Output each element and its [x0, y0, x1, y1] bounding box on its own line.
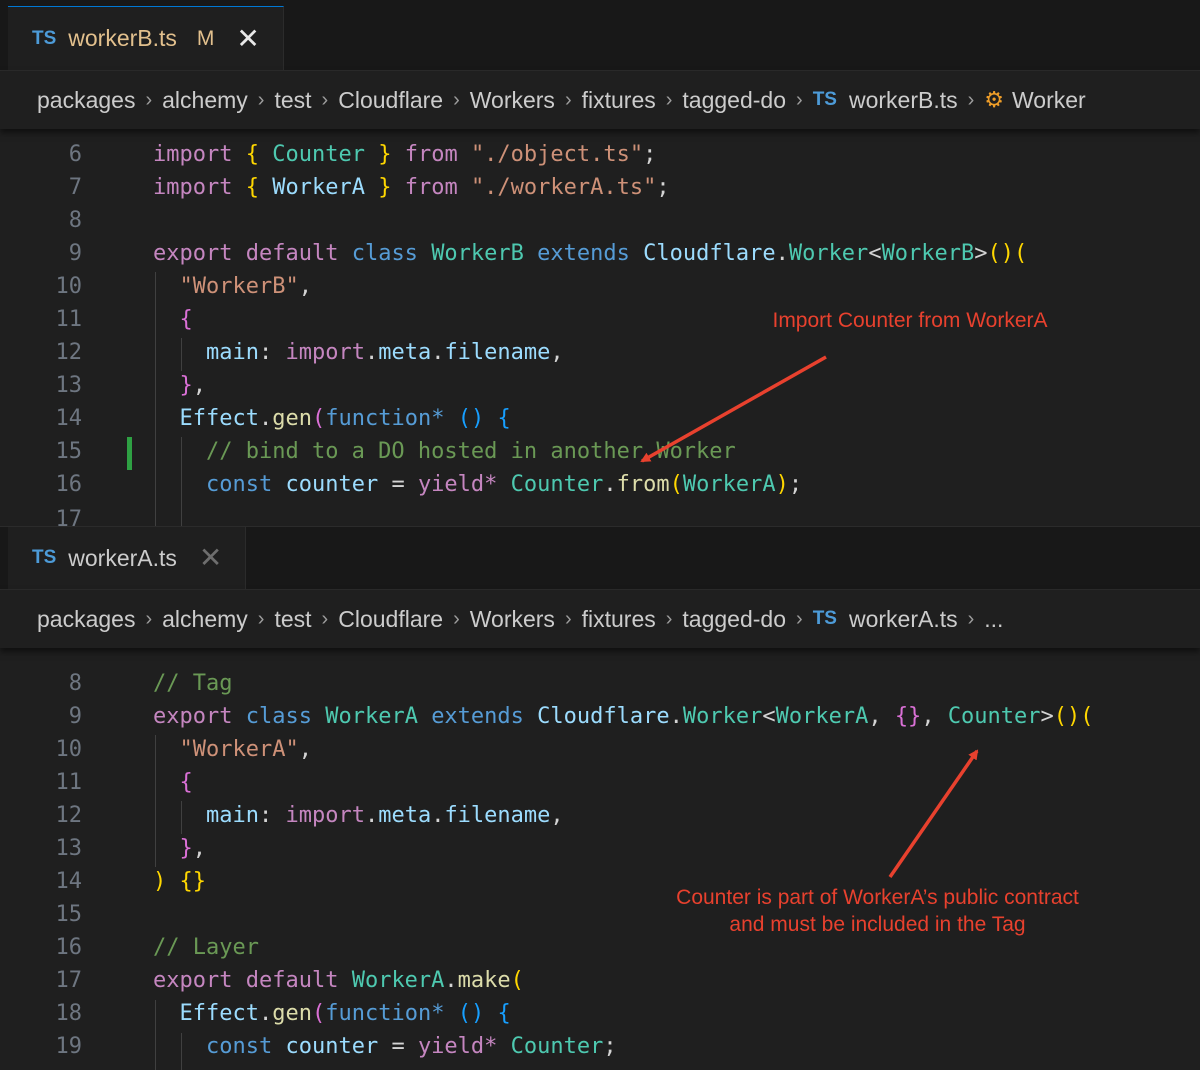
chevron-right-icon: › [564, 607, 572, 630]
breadcrumb: packages › alchemy › test › Cloudflare › Wor… [0, 590, 1200, 648]
breadcrumb-symbol[interactable]: Worker [1012, 87, 1086, 114]
chevron-right-icon: › [665, 607, 673, 630]
breadcrumb-item[interactable]: fixtures [582, 87, 656, 114]
breadcrumb-more[interactable]: ... [984, 606, 1003, 633]
breadcrumb-item[interactable]: tagged-do [682, 606, 786, 633]
line-number: 15 [55, 439, 83, 464]
line-number: 15 [55, 902, 83, 927]
chevron-right-icon: › [665, 88, 673, 111]
breadcrumb-item[interactable]: tagged-do [682, 87, 786, 114]
chevron-right-icon: › [453, 607, 460, 630]
class-symbol-icon: ⚙ [984, 87, 1005, 112]
line-number: 11 [55, 770, 83, 795]
chevron-right-icon: › [321, 607, 329, 630]
breadcrumb-item[interactable]: test [274, 87, 311, 114]
chevron-right-icon: › [453, 88, 460, 111]
annotation-public-contract: Counter is part of WorkerA’s public cont… [620, 884, 1135, 938]
line-number: 13 [55, 373, 83, 398]
editor-pane-workerA: TS workerA.ts ✕ packages › alchemy › test ›… [0, 526, 1200, 1070]
chevron-right-icon: › [796, 607, 803, 630]
annotation-import-counter: Import Counter from WorkerA [772, 309, 1048, 332]
git-change-marker [127, 437, 132, 470]
breadcrumb-item[interactable]: test [274, 606, 311, 633]
chevron-right-icon: › [967, 88, 975, 111]
line-number: 11 [55, 307, 83, 332]
breadcrumb-item[interactable]: alchemy [162, 606, 248, 633]
line-number: 9 [68, 704, 82, 729]
chevron-right-icon: › [257, 88, 265, 111]
typescript-file-icon: TS [812, 89, 837, 110]
line-number: 14 [55, 406, 83, 431]
breadcrumb-item[interactable]: Workers [470, 606, 555, 633]
line-number: 12 [55, 340, 83, 365]
breadcrumb: packages › alchemy › test › Cloudflare › Wor… [0, 71, 1200, 129]
chevron-right-icon: › [257, 607, 265, 630]
breadcrumb-item[interactable]: packages [37, 87, 135, 114]
typescript-file-icon: TS [812, 608, 837, 629]
annotation-line: and must be included in the Tag [729, 913, 1026, 936]
line-number: 14 [55, 869, 83, 894]
breadcrumb-file[interactable]: workerB.ts [849, 87, 958, 114]
breadcrumb-item[interactable]: Cloudflare [338, 87, 443, 114]
line-number: 16 [55, 472, 83, 497]
chevron-right-icon: › [321, 88, 329, 111]
chevron-right-icon: › [564, 88, 572, 111]
breadcrumb-item[interactable]: alchemy [162, 87, 248, 114]
line-number: 8 [68, 671, 82, 696]
line-number: 7 [68, 175, 82, 200]
line-number: 13 [55, 836, 83, 861]
chevron-right-icon: › [967, 607, 975, 630]
breadcrumb-item[interactable]: Workers [470, 87, 555, 114]
breadcrumb-file[interactable]: workerA.ts [849, 606, 958, 633]
line-number: 19 [55, 1034, 83, 1059]
line-number: 10 [55, 737, 83, 762]
line-number: 6 [68, 142, 82, 167]
annotation-line: Counter is part of WorkerA’s public cont… [676, 886, 1079, 909]
line-number: 10 [55, 274, 83, 299]
chevron-right-icon: › [145, 88, 153, 111]
line-number: 12 [55, 803, 83, 828]
breadcrumb-item[interactable]: Cloudflare [338, 606, 443, 633]
line-number: 18 [55, 1001, 83, 1026]
line-number: 17 [55, 968, 83, 993]
chevron-right-icon: › [145, 607, 153, 630]
breadcrumb-item[interactable]: packages [37, 606, 135, 633]
line-number: 9 [68, 241, 82, 266]
line-number: 8 [68, 208, 82, 233]
chevron-right-icon: › [796, 88, 803, 111]
line-number: 16 [55, 935, 83, 960]
breadcrumb-item[interactable]: fixtures [582, 606, 656, 633]
editor-pane-workerB: TS workerB.ts M ✕ packages › alchemy › tes… [0, 0, 1200, 526]
line-number: 17 [55, 507, 83, 526]
